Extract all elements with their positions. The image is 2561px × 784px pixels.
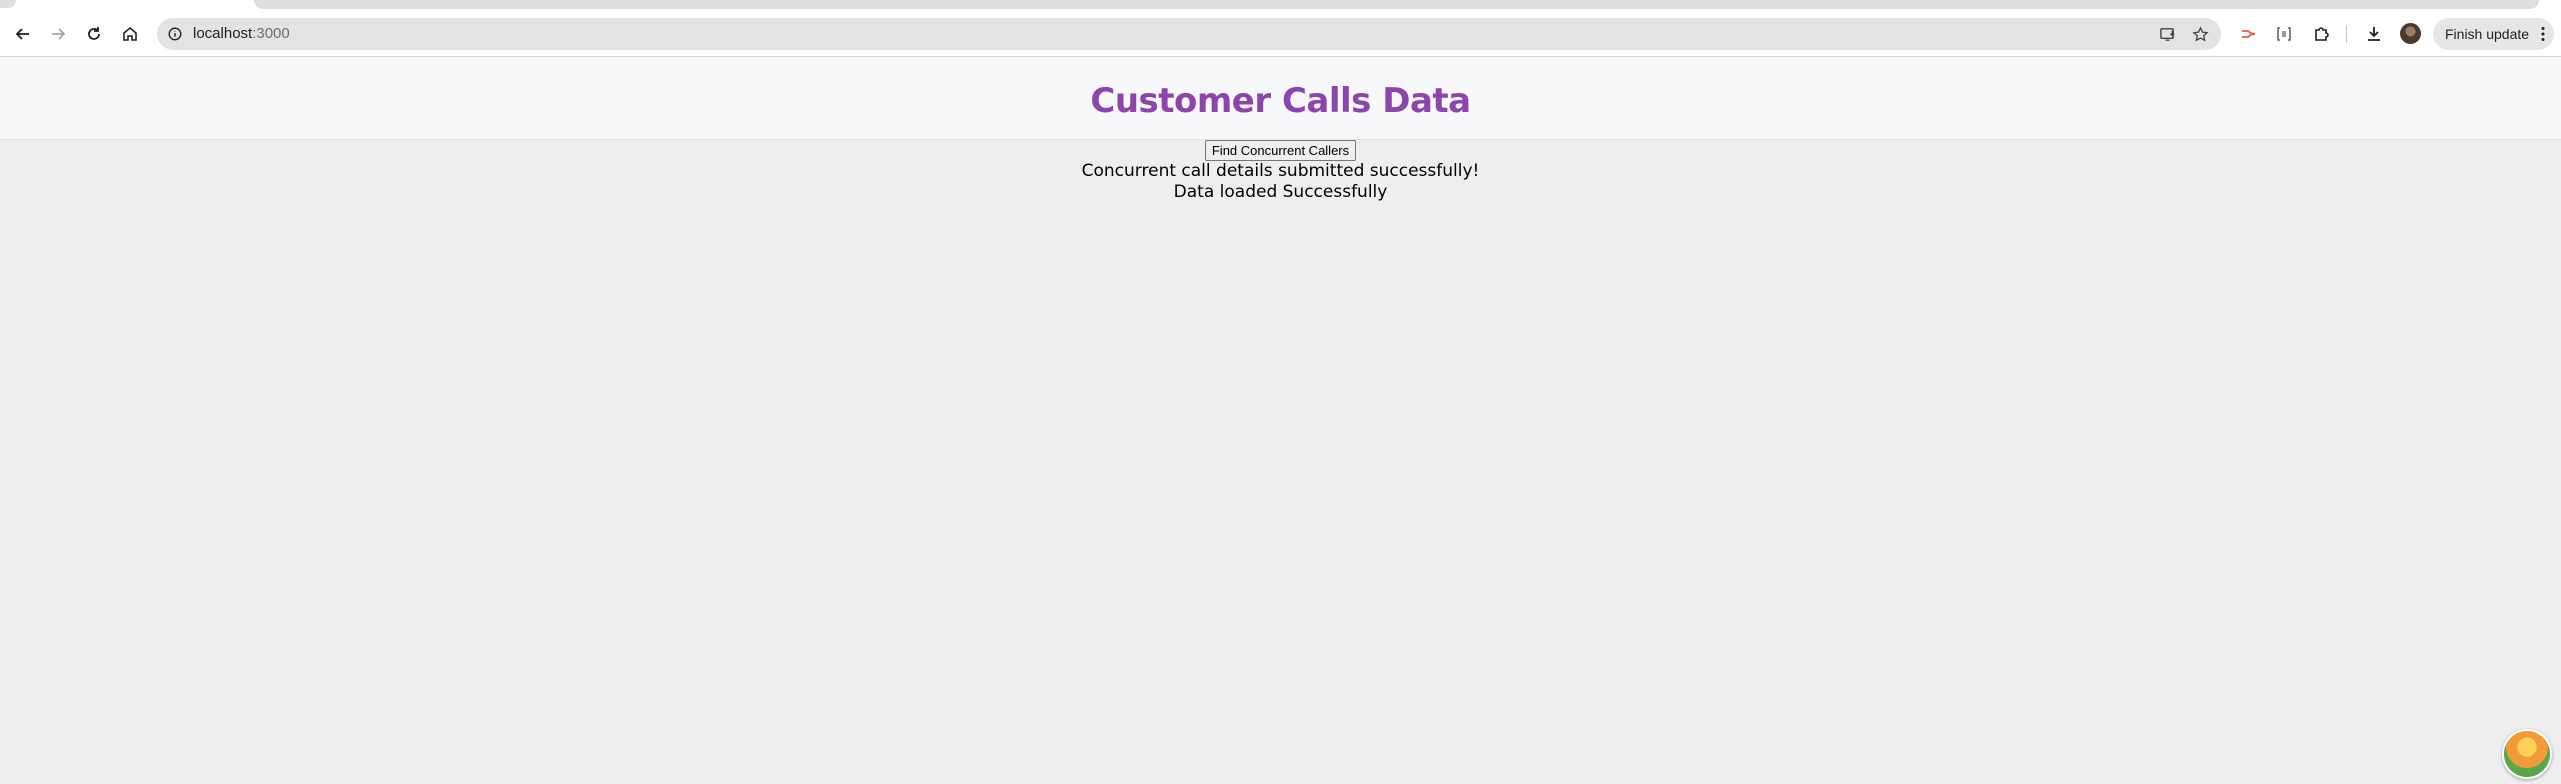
bookmark-button[interactable] (2191, 25, 2209, 43)
site-info-icon (168, 27, 182, 41)
download-icon (2368, 27, 2380, 41)
home-button[interactable] (117, 21, 143, 47)
toolbar-separator (2346, 25, 2347, 43)
address-bar[interactable]: localhost:3000 (157, 18, 2221, 50)
finish-update-button[interactable]: Finish update (2433, 18, 2554, 50)
tab-strip (0, 0, 2561, 12)
reload-icon (88, 27, 100, 40)
downloads-button[interactable] (2363, 23, 2385, 45)
status-message: Concurrent call details submitted succes… (1081, 161, 1480, 181)
active-tab-corner (0, 0, 16, 8)
menu-dots-icon (2541, 27, 2545, 41)
profile-avatar[interactable] (2400, 23, 2421, 44)
forward-arrow-icon (52, 28, 66, 40)
finish-update-label: Finish update (2445, 26, 2530, 42)
bookmark-star-icon (2191, 25, 2209, 42)
find-concurrent-callers-button[interactable]: Find Concurrent Callers (1204, 140, 1357, 161)
app-header: Customer Calls Data (0, 57, 2561, 140)
extension-icon (2242, 30, 2255, 38)
main-content: Find Concurrent Callers Concurrent call … (0, 139, 2561, 203)
install-app-icon (2159, 27, 2175, 41)
page-title: Customer Calls Data (1090, 81, 1471, 121)
site-info-button[interactable] (166, 25, 184, 43)
reload-button[interactable] (81, 21, 107, 47)
install-app-button[interactable] (2158, 25, 2176, 43)
home-icon (123, 26, 137, 41)
extension-button-red[interactable] (2237, 23, 2259, 45)
url-port: :3000 (252, 25, 290, 42)
forward-button[interactable] (45, 21, 71, 47)
inactive-tab[interactable] (254, 0, 2539, 9)
browser-window: localhost:3000 Finish update Customer Ca… (0, 0, 2561, 784)
browser-toolbar: localhost:3000 Finish update (0, 12, 2561, 57)
floating-assistant-badge[interactable] (2502, 729, 2552, 779)
load-message: Data loaded Successfully (1173, 182, 1388, 202)
url-host: localhost (193, 25, 253, 42)
puzzle-icon (2315, 27, 2329, 41)
back-button[interactable] (10, 21, 36, 47)
extension-icon (2277, 27, 2291, 41)
extensions-menu-button[interactable] (2310, 23, 2332, 45)
url-text[interactable]: localhost:3000 (193, 25, 290, 43)
extension-button-gray[interactable] (2273, 23, 2295, 45)
back-arrow-icon (15, 28, 29, 40)
